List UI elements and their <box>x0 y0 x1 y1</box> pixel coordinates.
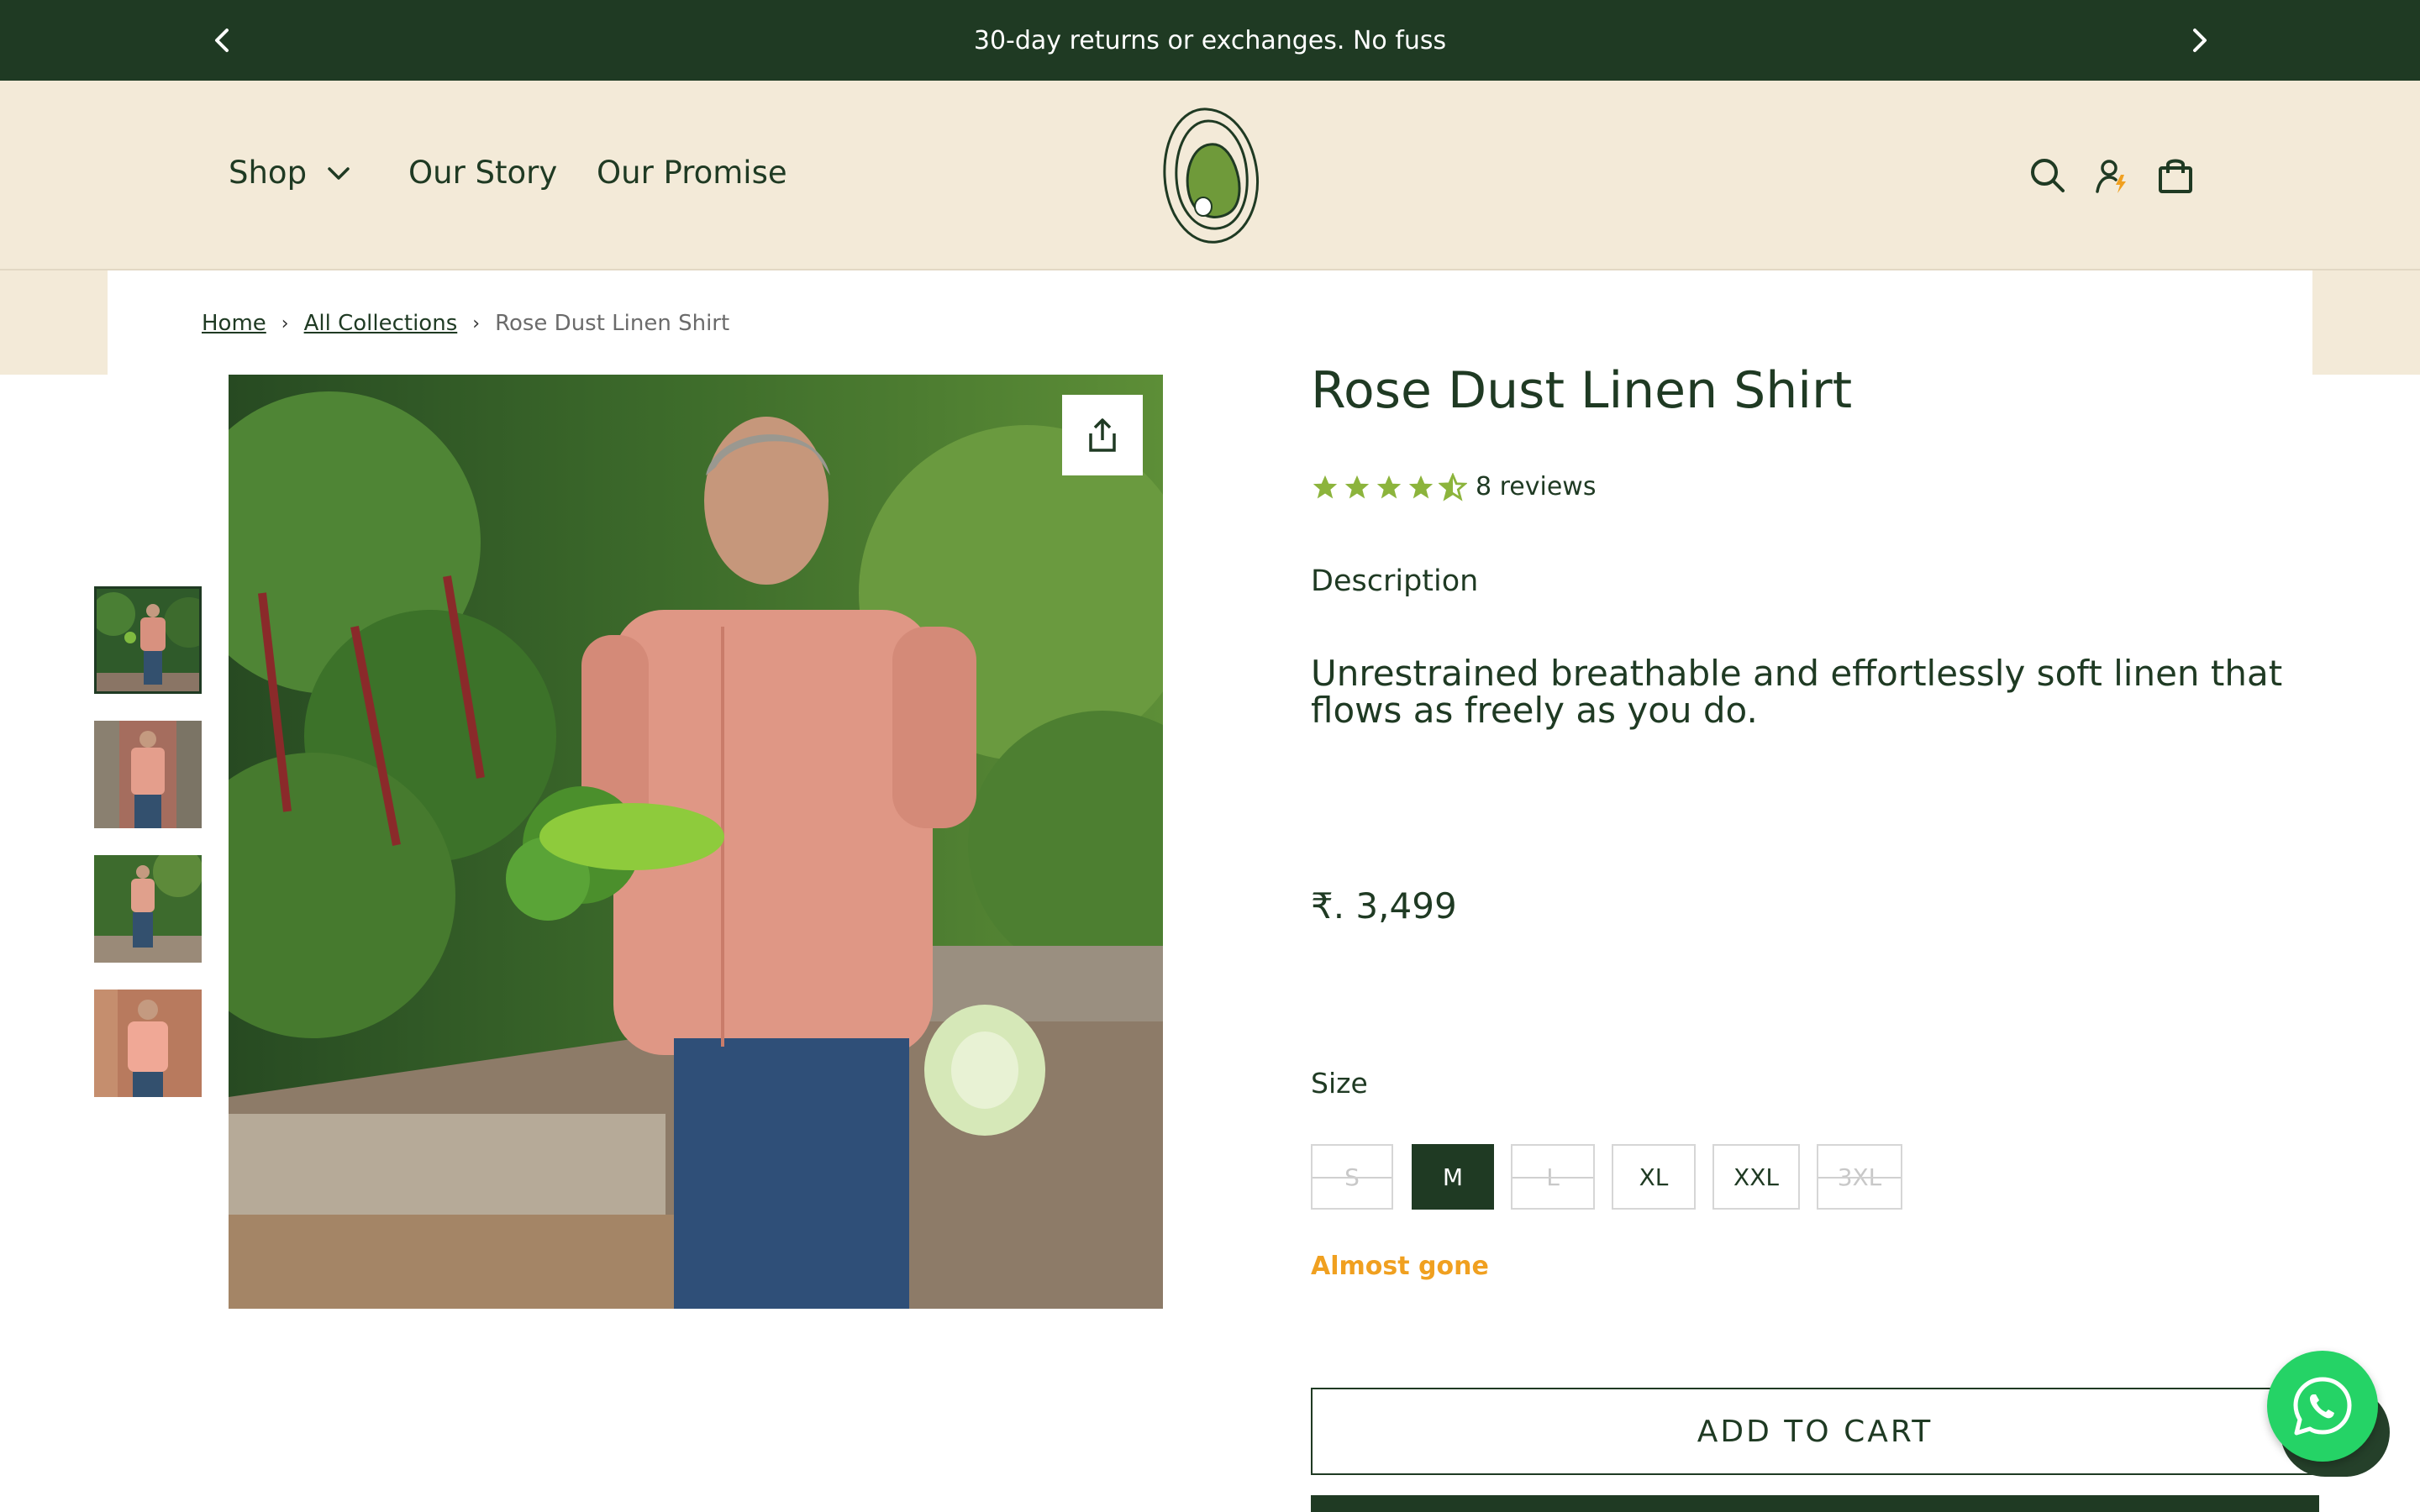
review-count[interactable]: 8 reviews <box>1476 472 1596 501</box>
thumbnail-image <box>97 589 199 691</box>
nav-shop[interactable]: Shop <box>229 155 352 191</box>
search-icon[interactable] <box>2028 156 2067 195</box>
size-option-m[interactable]: M <box>1412 1144 1494 1210</box>
share-button[interactable] <box>1062 395 1143 475</box>
size-option-label: M <box>1442 1163 1464 1191</box>
brand-logo[interactable] <box>1155 104 1265 247</box>
add-to-cart-label: ADD TO CART <box>1697 1414 1933 1449</box>
whatsapp-icon <box>2293 1377 2352 1436</box>
breadcrumb-separator-icon: › <box>472 312 481 334</box>
breadcrumb-band-left <box>0 270 108 375</box>
product-rating[interactable]: 8 reviews <box>1311 472 1596 501</box>
buy-now-button[interactable] <box>1311 1495 2319 1512</box>
thumbnail-image <box>94 855 202 963</box>
site-header: Shop Our Story Our Promise <box>0 81 2420 270</box>
size-option-label: L <box>1546 1163 1560 1191</box>
star-icon <box>1408 475 1434 498</box>
product-thumbnail-4[interactable] <box>94 990 202 1097</box>
star-icon <box>1313 475 1338 498</box>
nav-our-promise-label: Our Promise <box>597 155 787 191</box>
size-option-xl[interactable]: XL <box>1612 1144 1696 1210</box>
size-option-label: S <box>1344 1163 1360 1191</box>
star-icon <box>1376 475 1402 498</box>
star-half-icon <box>1439 472 1467 501</box>
product-title: Rose Dust Linen Shirt <box>1311 361 1853 420</box>
product-thumbnail-1[interactable] <box>94 586 202 694</box>
breadcrumb-home-link[interactable]: Home <box>202 311 266 336</box>
product-thumbnail-3[interactable] <box>94 855 202 963</box>
thumbnail-image <box>94 990 202 1097</box>
product-price: ₹. 3,499 <box>1311 885 1457 927</box>
breadcrumb-current: Rose Dust Linen Shirt <box>495 311 730 336</box>
announcement-bar: 30-day returns or exchanges. No fuss <box>0 0 2420 81</box>
nav-our-story[interactable]: Our Story <box>408 155 557 191</box>
thumbnail-image <box>94 721 202 828</box>
breadcrumb-collections-link[interactable]: All Collections <box>304 311 458 336</box>
size-option-l[interactable]: L <box>1511 1144 1595 1210</box>
nav-our-promise[interactable]: Our Promise <box>597 155 787 191</box>
size-option-3xl[interactable]: 3XL <box>1817 1144 1902 1210</box>
breadcrumb-separator-icon: › <box>281 312 289 334</box>
size-option-xxl[interactable]: XXL <box>1712 1144 1800 1210</box>
stock-status: Almost gone <box>1311 1252 1489 1281</box>
nav-shop-label: Shop <box>229 155 308 191</box>
chevron-right-icon[interactable] <box>2183 24 2217 57</box>
size-label: Size <box>1311 1067 1368 1100</box>
chevron-left-icon[interactable] <box>205 24 239 57</box>
description-text: Unrestrained breathable and effortlessly… <box>1311 653 2283 731</box>
announcement-text: 30-day returns or exchanges. No fuss <box>973 25 1447 55</box>
share-icon <box>1089 418 1116 452</box>
star-icon <box>1344 475 1370 498</box>
account-icon[interactable] <box>2092 156 2131 195</box>
nav-our-story-label: Our Story <box>408 155 558 191</box>
rating-stars <box>1311 472 1467 501</box>
size-option-label: XXL <box>1733 1163 1779 1191</box>
breadcrumb: Home › All Collections › Rose Dust Linen… <box>202 311 729 336</box>
product-thumbnail-2[interactable] <box>94 721 202 828</box>
size-option-label: 3XL <box>1837 1163 1882 1191</box>
cart-bag-icon[interactable] <box>2156 156 2195 195</box>
add-to-cart-button[interactable]: ADD TO CART <box>1311 1388 2319 1475</box>
product-main-image[interactable] <box>229 375 1163 1309</box>
size-option-s[interactable]: S <box>1311 1144 1393 1210</box>
whatsapp-chat-button[interactable] <box>2267 1351 2378 1462</box>
chevron-down-icon <box>328 166 350 180</box>
description-label: Description <box>1311 564 1479 598</box>
breadcrumb-band-right <box>2312 270 2420 375</box>
product-photo <box>229 375 1163 1309</box>
size-option-label: XL <box>1639 1163 1669 1191</box>
